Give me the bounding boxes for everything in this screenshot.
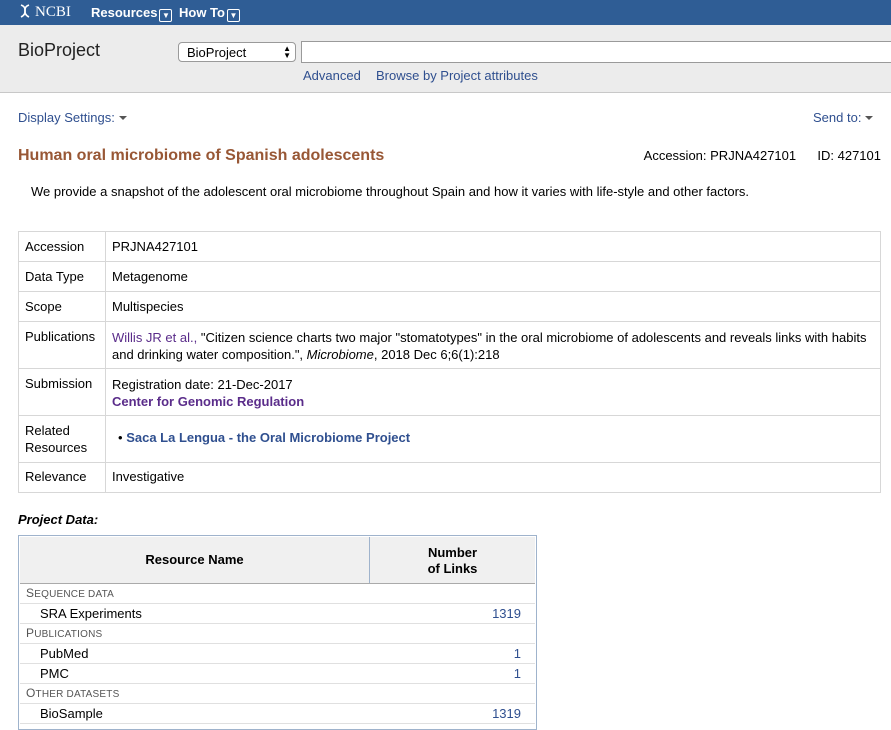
resource-name: SRA Experiments — [40, 606, 142, 621]
links-header-line-2: of Links — [427, 561, 478, 576]
project-description: We provide a snapshot of the adolescent … — [31, 184, 750, 199]
resource-name: PubMed — [40, 646, 89, 661]
ncbi-logo[interactable]: NCBI — [18, 4, 71, 21]
resource-row: PMC 1 — [20, 664, 535, 684]
resource-count-link[interactable]: 1 — [514, 666, 521, 681]
related-resource-link[interactable]: Saca La Lengua - the Oral Microbiome Pro… — [126, 430, 410, 445]
database-select[interactable]: BioProject ▲ ▼ — [178, 42, 296, 62]
info-value: Investigative — [105, 462, 881, 493]
category-label: Sequence data — [26, 586, 115, 600]
publication-citation: Willis JR et al., "Citizen science chart… — [105, 321, 881, 369]
publication-journal: Microbiome — [306, 347, 374, 362]
info-label: Data Type — [18, 261, 106, 292]
info-row-related: Related Resources • Saca La Lengua - the… — [18, 415, 881, 463]
id-summary-value: ID: 427101 — [817, 148, 881, 163]
category-row: Sequence data — [20, 584, 535, 604]
related-label-line-1: Related — [25, 423, 70, 438]
registration-date: Registration date: 21-Dec-2017 — [112, 377, 293, 392]
category-row: Publications — [20, 624, 535, 644]
info-value: Multispecies — [105, 291, 881, 322]
database-select-value: BioProject — [187, 45, 247, 60]
related-label-line-2: Resources — [25, 440, 88, 455]
advanced-search-link[interactable]: Advanced — [303, 68, 361, 83]
resource-name-header[interactable]: Resource Name — [20, 537, 370, 583]
category-label: Other datasets — [26, 686, 120, 700]
info-row-scope: Scope Multispecies — [18, 291, 881, 322]
ncbi-brand: NCBI — [35, 4, 71, 20]
info-label: Related Resources — [18, 415, 106, 463]
resources-menu[interactable]: Resources ▼ — [91, 5, 173, 22]
chevron-down-icon: ▼ — [226, 9, 240, 22]
send-to-label: Send to: — [813, 110, 862, 125]
publication-reference: , 2018 Dec 6;6(1):218 — [373, 347, 500, 362]
category-row: Other datasets — [20, 684, 535, 704]
info-value: Metagenome — [105, 261, 881, 292]
select-arrows-icon: ▲ ▼ — [283, 44, 291, 60]
accession-summary: Accession: PRJNA427101 ID: 427101 — [644, 148, 881, 163]
info-row-submission: Submission Registration date: 21-Dec-201… — [18, 368, 881, 416]
related-resources: • Saca La Lengua - the Oral Microbiome P… — [105, 415, 881, 463]
database-title: BioProject — [18, 40, 101, 60]
project-data-header: Resource Name Number of Links — [20, 537, 535, 584]
info-row-accession: Accession PRJNA427101 — [18, 231, 881, 262]
display-settings-menu[interactable]: Display Settings: — [18, 110, 127, 125]
info-value: PRJNA427101 — [105, 231, 881, 262]
ncbi-top-bar: NCBI Resources ▼ How To ▼ — [0, 0, 891, 25]
project-title: Human oral microbiome of Spanish adolesc… — [18, 147, 385, 164]
resource-row: SRA Experiments 1319 — [20, 604, 535, 624]
resource-count-link[interactable]: 1 — [514, 646, 521, 661]
accession-summary-value: Accession: PRJNA427101 — [643, 148, 797, 163]
submission-details: Registration date: 21-Dec-2017 Center fo… — [105, 368, 881, 416]
chevron-down-icon: ▼ — [159, 9, 173, 22]
resource-row: BioSample 1319 — [20, 704, 535, 724]
project-data-table: Resource Name Number of Links Sequence d… — [18, 535, 537, 730]
info-row-relevance: Relevance Investigative — [18, 462, 881, 493]
resource-name: BioSample — [40, 706, 103, 721]
info-row-publications: Publications Willis JR et al., "Citizen … — [18, 321, 881, 369]
search-input[interactable] — [301, 41, 891, 63]
how-to-label: How To — [179, 5, 225, 20]
links-header-line-1: Number — [427, 545, 478, 560]
bullet-icon: • — [118, 430, 123, 445]
browse-attributes-link[interactable]: Browse by Project attributes — [376, 68, 538, 83]
info-label: Publications — [18, 321, 106, 369]
resource-name: PMC — [40, 666, 69, 681]
publication-authors-link[interactable]: Willis JR et al., — [112, 330, 197, 345]
info-label: Accession — [18, 231, 106, 262]
category-label: Publications — [26, 626, 103, 640]
display-settings-label: Display Settings: — [18, 110, 115, 125]
links-count-header[interactable]: Number of Links — [370, 545, 535, 577]
project-data-label: Project Data: — [18, 512, 99, 527]
send-to-menu[interactable]: Send to: — [813, 110, 874, 125]
info-row-datatype: Data Type Metagenome — [18, 261, 881, 292]
caret-down-icon — [118, 116, 127, 120]
resources-label: Resources — [91, 5, 158, 20]
info-label: Scope — [18, 291, 106, 322]
how-to-menu[interactable]: How To ▼ — [179, 5, 240, 22]
info-label: Submission — [18, 368, 106, 416]
project-info-table: Accession PRJNA427101 Data Type Metageno… — [18, 231, 881, 493]
resource-row: PubMed 1 — [20, 644, 535, 664]
caret-down-icon — [865, 116, 874, 120]
ncbi-helix-icon — [20, 4, 30, 18]
search-bar: BioProject BioProject ▲ ▼ Advanced Browse… — [0, 25, 891, 93]
submitter-center-link[interactable]: Center for Genomic Regulation — [112, 393, 874, 410]
resource-count-link[interactable]: 1319 — [492, 706, 521, 721]
resource-count-link[interactable]: 1319 — [492, 606, 521, 621]
info-label: Relevance — [18, 462, 106, 493]
